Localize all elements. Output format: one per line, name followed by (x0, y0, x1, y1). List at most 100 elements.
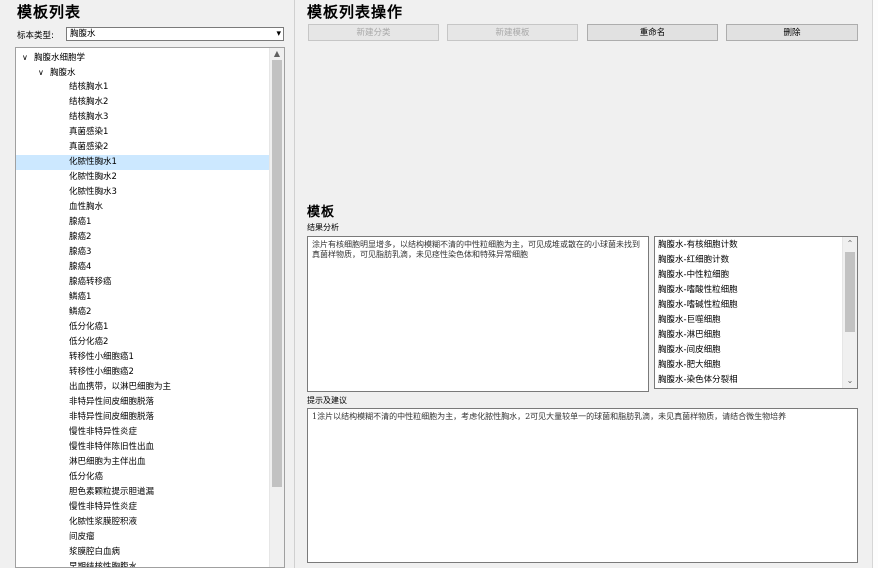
tree-item[interactable]: 结核胸水2 (16, 95, 272, 110)
tree-item[interactable]: 胆色素颗粒提示胆道漏 (16, 485, 272, 500)
tree-item[interactable]: 真菌感染1 (16, 125, 272, 140)
list-item[interactable]: 胸腹水-淋巴细胞 (655, 328, 843, 343)
template-list-title: 模板列表 (17, 3, 82, 21)
tree-item[interactable]: ∨ 胸腹水细胞学 (16, 50, 272, 65)
tree-item[interactable]: 化脓性胸水3 (16, 185, 272, 200)
suggest-textarea[interactable]: 1涂片以结构模糊不清的中性粒细胞为主，考虑化脓性胸水，2可见大量较单一的球菌和脂… (307, 408, 858, 563)
tree-item-label: 真菌感染1 (69, 127, 109, 137)
analysis-text: 涂片有核细胞明显增多，以结构模糊不清的中性粒细胞为主，可见成堆或散在的小球菌未找… (312, 240, 640, 259)
rename-button[interactable]: 重命名 (587, 24, 718, 41)
specimen-type-label: 标本类型: (17, 31, 54, 41)
list-item[interactable]: 胸腹水-染色体分裂相 (655, 373, 843, 388)
tree-item-label: 化脓性胸水2 (69, 172, 117, 182)
tree-item[interactable]: ∨ 胸腹水 (16, 65, 272, 80)
analysis-label: 结果分析 (307, 223, 339, 232)
tree-item[interactable]: 转移性小细胞癌1 (16, 350, 272, 365)
tree-item[interactable]: 淋巴细胞为主伴出血 (16, 455, 272, 470)
expand-chevron-icon[interactable]: ∨ (22, 50, 34, 65)
delete-button[interactable]: 删除 (726, 24, 858, 41)
list-item[interactable]: 胸腹水-巨噬细胞 (655, 313, 843, 328)
tree-item-label: 鳞癌1 (69, 292, 92, 302)
tree-item[interactable]: 腺癌1 (16, 215, 272, 230)
list-item[interactable]: 胸腹水-间皮细胞 (655, 343, 843, 358)
tree-item-label: 间皮瘤 (69, 532, 95, 542)
tree-item-label: 非特异性间皮细胞脱落 (69, 412, 155, 422)
suggest-label: 提示及建议 (307, 396, 347, 405)
tree-item[interactable]: 低分化癌1 (16, 320, 272, 335)
indicator-scrollbar[interactable]: ⌃ ⌄ (842, 237, 857, 388)
tree-item-label: 胆色素颗粒提示胆道漏 (69, 487, 155, 497)
tree-item-label: 出血携带，以淋巴细胞为主 (69, 382, 172, 392)
tree-item[interactable]: 鳞癌1 (16, 290, 272, 305)
list-item[interactable]: 胸腹水-红细胞计数 (655, 253, 843, 268)
chevron-up-icon[interactable]: ⌃ (843, 238, 857, 250)
tree-item-label: 鳞癌2 (69, 307, 92, 317)
tree-item-label: 非特异性间皮细胞脱落 (69, 397, 155, 407)
expand-chevron-icon[interactable]: ∨ (38, 65, 50, 80)
tree-item[interactable]: 慢性非特异性炎症 (16, 500, 272, 515)
chevron-down-icon[interactable]: ⌄ (843, 375, 857, 387)
tree-item[interactable]: 化脓性胸水1 (16, 155, 272, 170)
indicator-scroll-thumb[interactable] (845, 252, 855, 332)
tree-item-label: 低分化癌 (69, 472, 104, 482)
tree-item[interactable]: 慢性非特伴陈旧性出血 (16, 440, 272, 455)
scroll-up-icon[interactable]: ▲ (270, 48, 284, 60)
specimen-type-select[interactable]: 胸腹水 ▾ (66, 27, 284, 41)
tree-item[interactable]: 腺癌3 (16, 245, 272, 260)
tree-item-label: 腺癌2 (69, 232, 92, 242)
tree-item-label: 浆膜腔白血病 (69, 547, 121, 557)
tree-item[interactable]: 腺癌转移癌 (16, 275, 272, 290)
tree-item[interactable]: 化脓性胸水2 (16, 170, 272, 185)
tree-item[interactable]: 腺癌4 (16, 260, 272, 275)
tree-item[interactable]: 早期结核性胸腹水 (16, 560, 272, 567)
list-item[interactable]: 胸腹水-嗜碱性粒细胞 (655, 298, 843, 313)
new-template-button[interactable]: 新建模板 (447, 24, 578, 41)
new-category-button[interactable]: 新建分类 (308, 24, 439, 41)
tree-item[interactable]: 化脓性浆膜腔积液 (16, 515, 272, 530)
tree-item[interactable]: 低分化癌2 (16, 335, 272, 350)
list-item[interactable]: 胸腹水-有核细胞计数 (655, 238, 843, 253)
tree-item[interactable]: 非特异性间皮细胞脱落 (16, 395, 272, 410)
template-section-title: 模板 (307, 205, 336, 220)
tree-item[interactable]: 结核胸水1 (16, 80, 272, 95)
tree-item[interactable]: 真菌感染2 (16, 140, 272, 155)
tree-item-label: 结核胸水2 (69, 97, 109, 107)
specimen-type-value: 胸腹水 (70, 29, 96, 39)
tree-item-label: 腺癌1 (69, 217, 92, 227)
tree-item[interactable]: 浆膜腔白血病 (16, 545, 272, 560)
tree-item[interactable]: 慢性非特异性炎症 (16, 425, 272, 440)
tree-item[interactable]: 出血携带，以淋巴细胞为主 (16, 380, 272, 395)
indicator-list[interactable]: 胸腹水-有核细胞计数 胸腹水-红细胞计数 胸腹水-中性粒细胞 胸腹水-嗜酸性粒细胞 胸腹… (654, 236, 858, 389)
panel-divider (294, 0, 295, 568)
tree-item-label: 真菌感染2 (69, 142, 109, 152)
tree-item-label: 慢性非特伴陈旧性出血 (69, 442, 155, 452)
tree-scrollbar[interactable]: ▲ (269, 48, 284, 567)
tree-item-label: 低分化癌1 (69, 322, 109, 332)
tree-item-label: 化脓性胸水3 (69, 187, 117, 197)
tree-item[interactable]: 鳞癌2 (16, 305, 272, 320)
tree-item-label: 胸腹水 (50, 68, 76, 78)
tree-item[interactable]: 转移性小细胞癌2 (16, 365, 272, 380)
tree-item[interactable]: 非特异性间皮细胞脱落 (16, 410, 272, 425)
list-item[interactable]: 胸腹水-肥大细胞 (655, 358, 843, 373)
chevron-down-icon[interactable]: ▾ (276, 28, 281, 40)
tree-item-label: 慢性非特异性炎症 (69, 427, 138, 437)
indicator-items: 胸腹水-有核细胞计数 胸腹水-红细胞计数 胸腹水-中性粒细胞 胸腹水-嗜酸性粒细胞 胸腹… (655, 238, 843, 388)
tree-item[interactable]: 低分化癌 (16, 470, 272, 485)
tree-item-label: 低分化癌2 (69, 337, 109, 347)
template-tree[interactable]: ∨ 胸腹水细胞学 ∨ 胸腹水 结核胸水1 结核胸水2 结核胸水3 真菌感染1 真菌感染2 化脓性胸… (15, 47, 285, 568)
tree-item-label: 转移性小细胞癌2 (69, 367, 134, 377)
tree-item-label: 血性胸水 (69, 202, 104, 212)
analysis-textarea[interactable]: 涂片有核细胞明显增多，以结构模糊不清的中性粒细胞为主，可见成堆或散在的小球菌未找… (307, 236, 649, 392)
list-item[interactable]: 胸腹水-嗜酸性粒细胞 (655, 283, 843, 298)
tree-item[interactable]: 结核胸水3 (16, 110, 272, 125)
tree-item[interactable]: 间皮瘤 (16, 530, 272, 545)
tree-item[interactable]: 血性胸水 (16, 200, 272, 215)
tree-item[interactable]: 腺癌2 (16, 230, 272, 245)
suggest-text: 1涂片以结构模糊不清的中性粒细胞为主，考虑化脓性胸水，2可见大量较单一的球菌和脂… (312, 412, 787, 421)
scroll-thumb[interactable] (272, 60, 282, 487)
tree-item-label: 腺癌3 (69, 247, 92, 257)
tree-item-label: 结核胸水1 (69, 82, 109, 92)
tree-list: ∨ 胸腹水细胞学 ∨ 胸腹水 结核胸水1 结核胸水2 结核胸水3 真菌感染1 真菌感染2 化脓性胸… (16, 50, 272, 567)
list-item[interactable]: 胸腹水-中性粒细胞 (655, 268, 843, 283)
